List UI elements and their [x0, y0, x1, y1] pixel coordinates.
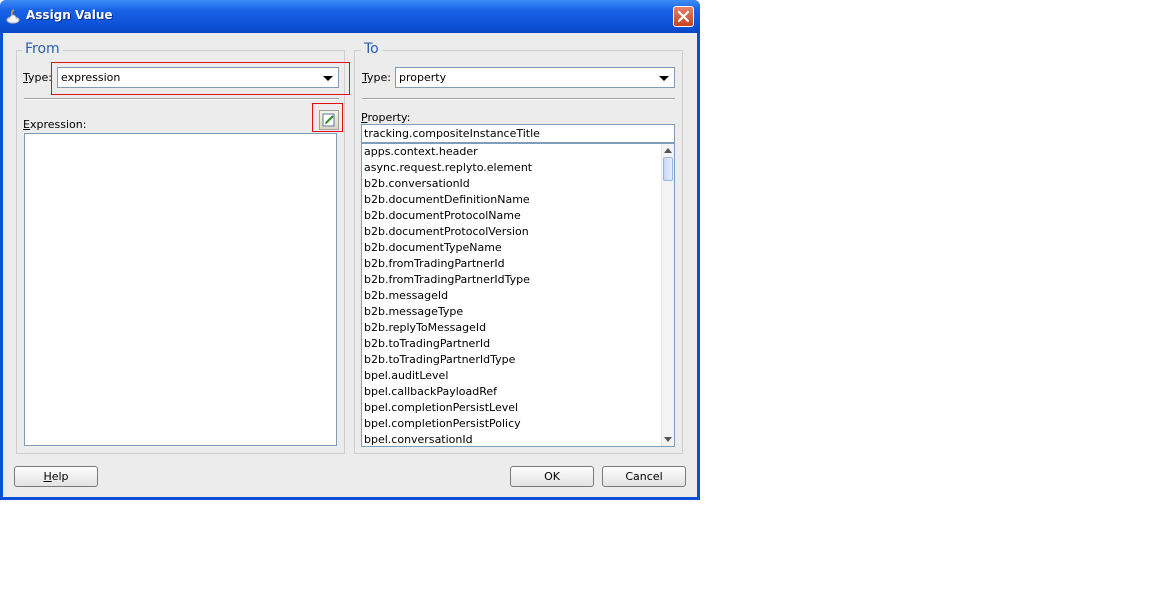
property-list-item[interactable]: async.request.replyto.element — [362, 160, 674, 176]
from-type-label: Type: — [23, 71, 52, 84]
property-input[interactable]: tracking.compositeInstanceTitle — [361, 124, 675, 143]
help-button[interactable]: Help — [14, 466, 98, 487]
scroll-down-icon[interactable] — [664, 437, 672, 442]
property-list-item[interactable]: apps.context.header — [362, 144, 674, 160]
from-legend: From — [22, 41, 63, 57]
window-title: Assign Value — [26, 8, 113, 22]
expression-label: Expression: — [23, 118, 87, 131]
scroll-up-icon[interactable] — [664, 148, 672, 153]
close-button[interactable] — [673, 6, 694, 27]
property-list-item[interactable]: b2b.replyToMessageId — [362, 320, 674, 336]
property-list-item[interactable]: b2b.fromTradingPartnerId — [362, 256, 674, 272]
ok-button[interactable]: OK — [510, 466, 594, 487]
property-list-item[interactable]: b2b.toTradingPartnerIdType — [362, 352, 674, 368]
property-list-item[interactable]: bpel.conversationId — [362, 432, 674, 446]
property-list-item[interactable]: b2b.documentTypeName — [362, 240, 674, 256]
close-icon — [677, 10, 690, 23]
property-list-item[interactable]: b2b.conversationId — [362, 176, 674, 192]
scroll-thumb[interactable] — [663, 157, 673, 181]
edit-highlight-box — [312, 103, 343, 132]
property-list[interactable]: apps.context.header async.request.replyto… — [361, 143, 675, 447]
assign-value-dialog: Assign Value From Type: expression Expre… — [0, 0, 700, 500]
property-list-item[interactable]: b2b.documentProtocolName — [362, 208, 674, 224]
to-legend: To — [361, 41, 382, 57]
property-list-item[interactable]: bpel.callbackPayloadRef — [362, 384, 674, 400]
property-list-items: apps.context.header async.request.replyto… — [362, 144, 674, 446]
chevron-down-icon — [659, 76, 669, 81]
app-icon — [6, 9, 20, 24]
property-list-scrollbar[interactable] — [661, 144, 674, 446]
to-separator — [362, 98, 675, 100]
property-label: Property: — [361, 111, 411, 124]
title-bar[interactable]: Assign Value — [0, 0, 700, 33]
property-list-item[interactable]: b2b.messageType — [362, 304, 674, 320]
property-list-item[interactable]: b2b.documentProtocolVersion — [362, 224, 674, 240]
property-list-item[interactable]: b2b.toTradingPartnerId — [362, 336, 674, 352]
expression-textarea[interactable] — [24, 133, 337, 446]
to-type-label: Type: — [362, 71, 391, 84]
property-list-item[interactable]: b2b.messageId — [362, 288, 674, 304]
property-list-item[interactable]: bpel.completionPersistPolicy — [362, 416, 674, 432]
property-value: tracking.compositeInstanceTitle — [364, 127, 540, 140]
type-highlight-box — [51, 62, 350, 95]
from-separator — [24, 98, 339, 100]
property-list-item[interactable]: bpel.auditLevel — [362, 368, 674, 384]
to-type-select[interactable]: property — [395, 67, 675, 88]
property-list-item[interactable]: bpel.completionPersistLevel — [362, 400, 674, 416]
property-list-item[interactable]: b2b.documentDefinitionName — [362, 192, 674, 208]
cancel-button[interactable]: Cancel — [602, 466, 686, 487]
to-type-value: property — [399, 71, 447, 84]
dialog-body: From Type: expression Expression: To Typ… — [3, 33, 697, 497]
property-list-item[interactable]: b2b.fromTradingPartnerIdType — [362, 272, 674, 288]
